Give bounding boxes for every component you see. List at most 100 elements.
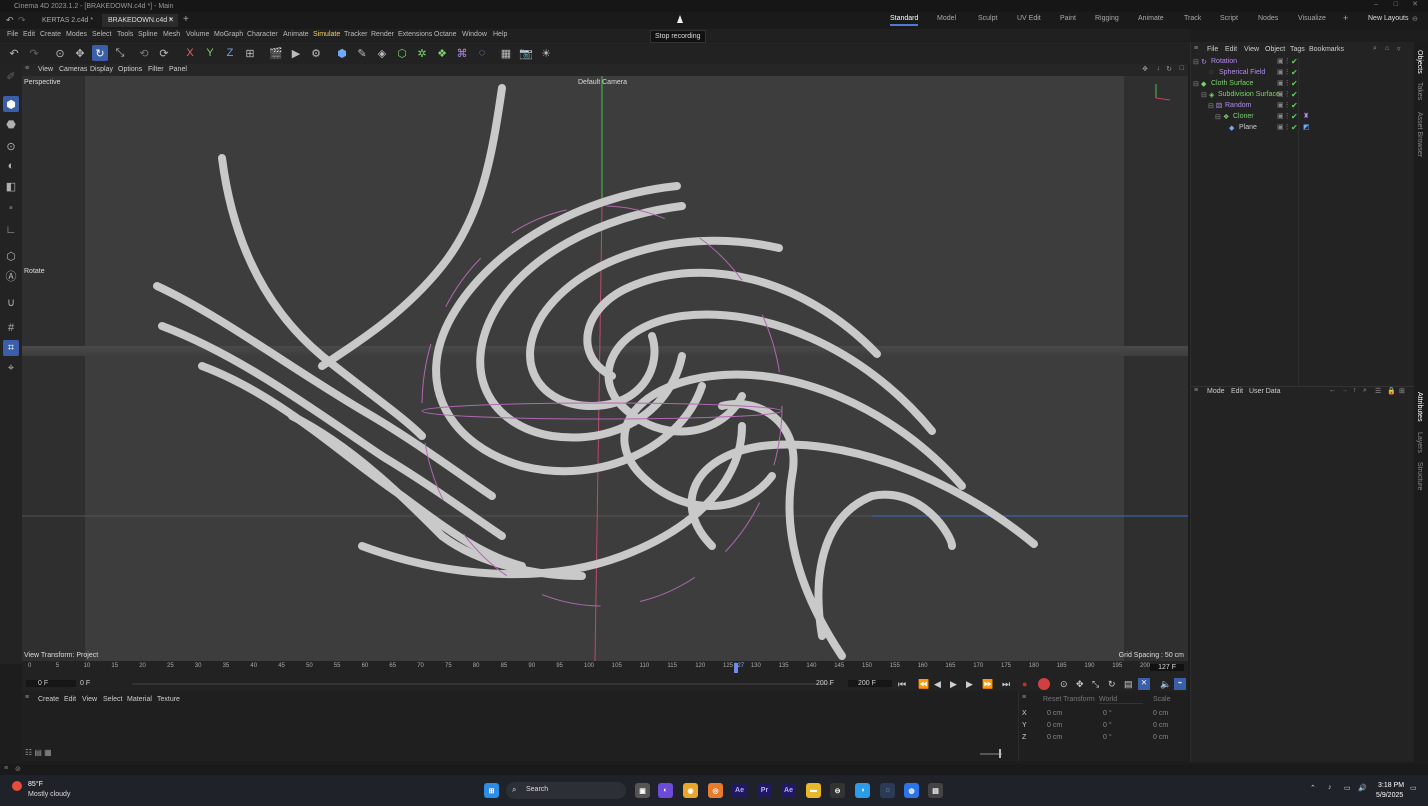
blender-icon[interactable]: ◎: [708, 783, 723, 798]
objects-menu-view[interactable]: View: [1244, 46, 1259, 53]
undo-icon[interactable]: ↶: [6, 15, 14, 26]
redo-icon[interactable]: ↷: [26, 45, 42, 61]
enabled-check-icon[interactable]: ✔: [1291, 90, 1298, 99]
camera-label[interactable]: Default Camera: [578, 79, 627, 86]
sound-icon[interactable]: 🔈: [1160, 679, 1171, 690]
chevron-up-icon[interactable]: ⌃: [1310, 784, 1316, 792]
weather-text[interactable]: Mostly cloudy: [28, 791, 70, 798]
cube-icon[interactable]: ⬢: [334, 45, 350, 61]
size-x-field[interactable]: 0 cm: [1153, 710, 1168, 717]
tab-objects[interactable]: Objects: [1416, 50, 1423, 74]
attributes-menu-user-data[interactable]: User Data: [1249, 388, 1281, 395]
file-tab[interactable]: KERTAS 2.c4d *: [36, 14, 99, 27]
brush-icon[interactable]: ✐: [3, 68, 19, 84]
layout-animate[interactable]: Animate: [1138, 15, 1164, 22]
app-icon[interactable]: ⊖: [830, 783, 845, 798]
visibility-icon[interactable]: ▣⋮: [1277, 79, 1291, 87]
coordinate-system-icon[interactable]: ⊞: [242, 45, 258, 61]
app3-icon[interactable]: ▤: [928, 783, 943, 798]
layout-nodes[interactable]: Nodes: [1258, 15, 1278, 22]
close-tab-icon[interactable]: ✕: [168, 16, 174, 24]
expand-icon[interactable]: ⊟: [1215, 113, 1221, 121]
viewport-menu-options[interactable]: Options: [118, 66, 142, 73]
attributes-menu-edit[interactable]: Edit: [1231, 388, 1243, 395]
rotation-b-field[interactable]: 0 °: [1103, 734, 1112, 741]
texture-mode-icon[interactable]: ⬣: [3, 116, 19, 132]
deformer-icon[interactable]: ⌘: [454, 45, 470, 61]
lock-icon[interactable]: ⊖: [1412, 15, 1418, 23]
guide-icon[interactable]: ⌖: [3, 360, 19, 376]
size-y-field[interactable]: 0 cm: [1153, 722, 1168, 729]
file-tab-active[interactable]: BRAKEDOWN.c4d * ✕: [102, 14, 178, 27]
preview-start-field[interactable]: 0 F: [78, 680, 128, 687]
expand-icon[interactable]: ⊟: [1208, 102, 1214, 110]
after-effects-icon[interactable]: Ae: [732, 783, 747, 798]
enabled-check-icon[interactable]: ✔: [1291, 101, 1298, 110]
microphone-icon[interactable]: ♪: [1328, 784, 1332, 791]
layout-uv-edit[interactable]: UV Edit: [1017, 15, 1041, 22]
menu-select[interactable]: Select: [92, 31, 111, 38]
visibility-icon[interactable]: ▣⋮: [1277, 90, 1291, 98]
next-frame-icon[interactable]: ▶: [966, 679, 973, 690]
filter-icon[interactable]: ▿: [1397, 45, 1401, 53]
viewport-menu-filter[interactable]: Filter: [148, 66, 164, 73]
objects-menu-file[interactable]: File: [1207, 46, 1218, 53]
rotation-key-icon[interactable]: ↻: [1108, 679, 1116, 690]
menu-render[interactable]: Render: [371, 31, 394, 38]
menu-modes[interactable]: Modes: [66, 31, 87, 38]
goto-start-icon[interactable]: ⏮: [898, 679, 906, 690]
layout-model[interactable]: Model: [937, 15, 956, 22]
tab-structure[interactable]: Structure: [1416, 462, 1423, 490]
field-icon[interactable]: ◌: [474, 45, 490, 61]
app2-icon[interactable]: ◍: [904, 783, 919, 798]
menu-tools[interactable]: Tools: [117, 31, 133, 38]
position-z-field[interactable]: 0 cm: [1047, 734, 1062, 741]
playhead[interactable]: [734, 663, 738, 673]
move-tool-icon[interactable]: ✥: [72, 45, 88, 61]
hamburger-icon[interactable]: ≡: [1022, 694, 1026, 701]
enabled-check-icon[interactable]: ✔: [1291, 123, 1298, 132]
current-frame-field[interactable]: 127 F: [1150, 664, 1184, 671]
menu-mograph[interactable]: MoGraph: [214, 31, 243, 38]
viewport[interactable]: Perspective Default Camera Rotate View T…: [22, 76, 1188, 661]
prev-frame-icon[interactable]: ◀: [934, 679, 941, 690]
pla-key-icon[interactable]: ⨯: [1138, 678, 1150, 690]
size-z-field[interactable]: 0 cm: [1153, 734, 1168, 741]
material-menu-edit[interactable]: Edit: [64, 696, 76, 703]
after-effects-2-icon[interactable]: Ae: [781, 783, 796, 798]
move-view-icon[interactable]: ✥: [1142, 65, 1148, 73]
copilot-icon[interactable]: ◐: [658, 783, 673, 798]
viewport-menu-display[interactable]: Display: [90, 66, 113, 73]
new-layouts-button[interactable]: New Layouts: [1368, 15, 1408, 22]
position-y-field[interactable]: 0 cm: [1047, 722, 1062, 729]
enabled-check-icon[interactable]: ✔: [1291, 79, 1298, 88]
list-item[interactable]: ◌ Spherical Field ▣⋮ ✔: [1191, 68, 1415, 79]
search-icon[interactable]: ⌕: [1363, 387, 1367, 395]
pen-icon[interactable]: ✎: [354, 45, 370, 61]
select-tool-icon[interactable]: ⊙: [52, 45, 68, 61]
start-frame-field[interactable]: 0 F: [26, 680, 76, 687]
material-menu-texture[interactable]: Texture: [157, 696, 180, 703]
y-axis-icon[interactable]: Y: [202, 45, 218, 61]
objects-menu-object[interactable]: Object: [1265, 46, 1285, 53]
premiere-icon[interactable]: Pr: [757, 783, 772, 798]
material-menu-select[interactable]: Select: [103, 696, 122, 703]
menu-help[interactable]: Help: [493, 31, 507, 38]
menu-character[interactable]: Character: [247, 31, 278, 38]
rotation-h-field[interactable]: 0 °: [1103, 710, 1112, 717]
menu-spline[interactable]: Spline: [138, 31, 157, 38]
menu-edit[interactable]: Edit: [23, 31, 35, 38]
file-explorer-icon[interactable]: ▬: [806, 783, 821, 798]
visibility-icon[interactable]: ▣⋮: [1277, 112, 1291, 120]
new-panel-icon[interactable]: ⊞: [1399, 387, 1405, 395]
layout-track[interactable]: Track: [1184, 15, 1201, 22]
recent-tool-icon[interactable]: ⟲: [136, 45, 152, 61]
visibility-icon[interactable]: ▣⋮: [1277, 101, 1291, 109]
material-menu-view[interactable]: View: [82, 696, 97, 703]
light-icon[interactable]: ☀: [538, 45, 554, 61]
layout-rigging[interactable]: Rigging: [1095, 15, 1119, 22]
param-key-icon[interactable]: ▤: [1124, 679, 1133, 690]
attributes-menu-mode[interactable]: Mode: [1207, 388, 1225, 395]
enabled-check-icon[interactable]: ✔: [1291, 68, 1298, 77]
zoom-view-icon[interactable]: ↓: [1157, 65, 1161, 72]
